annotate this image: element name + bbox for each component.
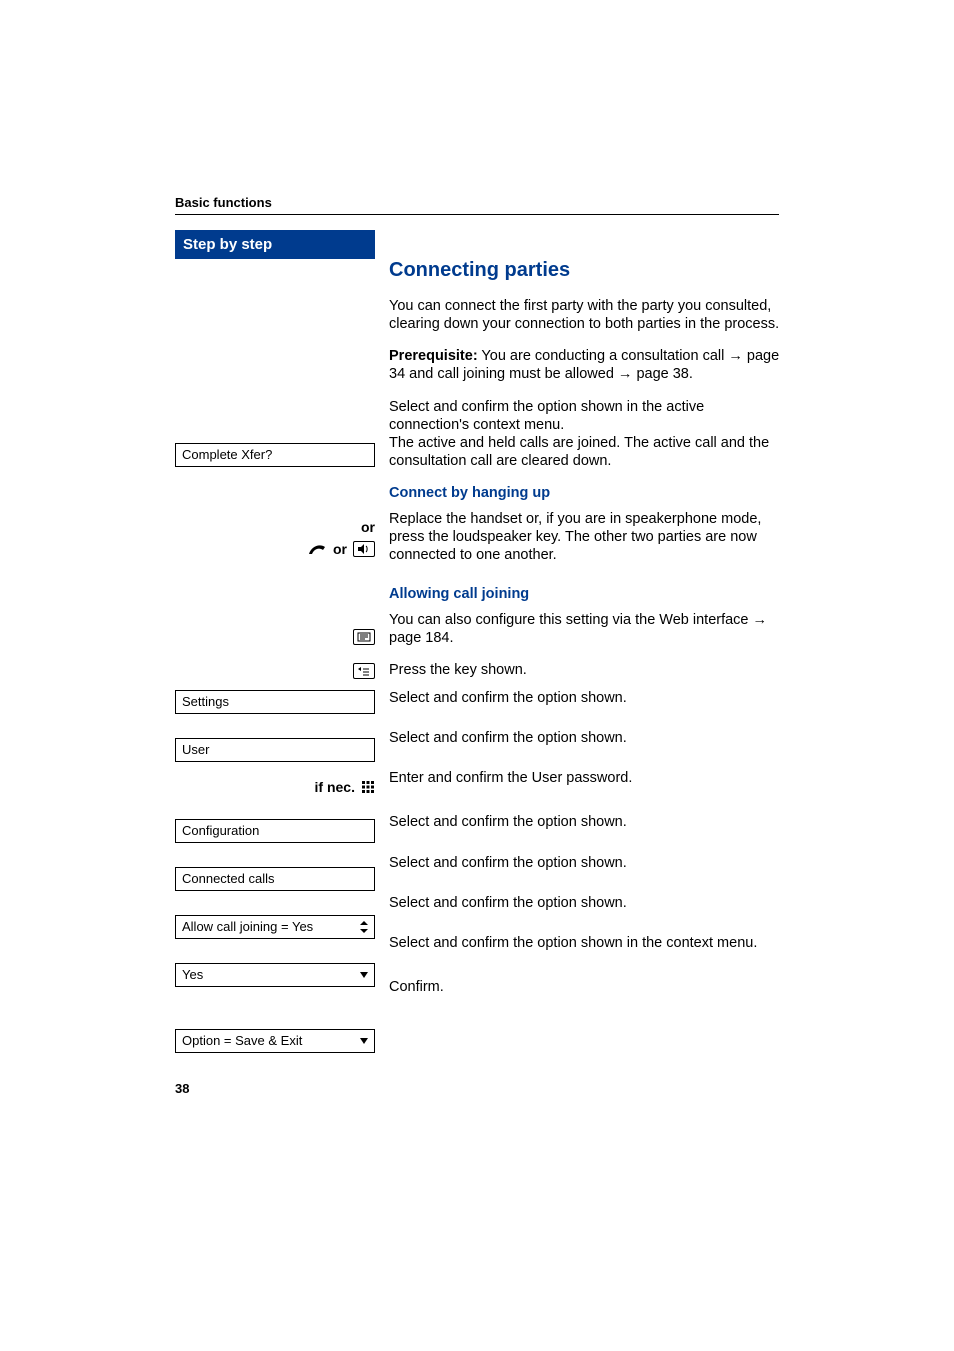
box-complete-xfer-label: Complete Xfer?	[182, 447, 272, 462]
web-interface-paragraph: You can also configure this setting via …	[389, 611, 784, 647]
sidebar-title: Step by step	[175, 230, 375, 259]
allow-paragraph: Select and confirm the option shown.	[389, 894, 784, 912]
box-configuration: Configuration	[175, 819, 375, 843]
hangup-paragraph: Replace the handset or, if you are in sp…	[389, 510, 784, 564]
intro-paragraph: You can connect the first party with the…	[389, 297, 784, 333]
hangup-icons-row: or	[175, 541, 375, 557]
down-icon	[360, 972, 368, 978]
web-a: You can also configure this setting via …	[389, 612, 753, 628]
yes-paragraph: Select and confirm the option shown in t…	[389, 934, 784, 952]
down-icon	[360, 1038, 368, 1044]
ifnec-paragraph: Enter and confirm the User password.	[389, 769, 784, 787]
connected-paragraph: Select and confirm the option shown.	[389, 854, 784, 872]
keypad-icon	[361, 780, 375, 794]
or-label-2: or	[333, 541, 347, 557]
option-paragraph: Confirm.	[389, 978, 784, 996]
updown-icon	[360, 921, 368, 933]
arrow-icon: →	[753, 612, 768, 628]
user-paragraph: Select and confirm the option shown.	[389, 729, 784, 747]
complete-b: The active and held calls are joined. Th…	[389, 435, 769, 469]
press-key-paragraph: Press the key shown.	[389, 661, 784, 679]
box-option-label: Option = Save & Exit	[182, 1033, 302, 1048]
box-user-label: User	[182, 742, 209, 757]
ifnec-label: if nec.	[315, 779, 355, 795]
sidebar: Step by step Complete Xfer? or or	[175, 230, 375, 1053]
box-yes-label: Yes	[182, 967, 203, 982]
box-connected-calls-label: Connected calls	[182, 871, 275, 886]
prerequisite-paragraph: Prerequisite: You are conducting a consu…	[389, 347, 784, 383]
box-complete-xfer: Complete Xfer?	[175, 443, 375, 467]
box-connected-calls: Connected calls	[175, 867, 375, 891]
box-yes: Yes	[175, 963, 375, 987]
prereq-bold: Prerequisite:	[389, 348, 478, 364]
or-label-1: or	[175, 519, 375, 535]
prereq-a: You are conducting a consultation call	[478, 348, 729, 364]
box-allow-call-joining: Allow call joining = Yes	[175, 915, 375, 939]
arrow-icon: →	[728, 348, 743, 364]
heading-allow-call-joining: Allowing call joining	[389, 585, 784, 603]
menu-key-icon	[175, 663, 375, 679]
box-settings: Settings	[175, 690, 375, 714]
speaker-key-icon	[353, 541, 375, 557]
web-interface-icon	[175, 629, 375, 645]
settings-paragraph: Select and confirm the option shown.	[389, 689, 784, 707]
box-allow-label: Allow call joining = Yes	[182, 919, 313, 934]
config-paragraph: Select and confirm the option shown.	[389, 813, 784, 831]
heading-connect-hangup: Connect by hanging up	[389, 484, 784, 502]
arrow-icon: →	[618, 366, 633, 382]
page-header: Basic functions	[175, 195, 779, 215]
heading-connecting-parties: Connecting parties	[389, 258, 784, 283]
box-option-save-exit: Option = Save & Exit	[175, 1029, 375, 1053]
ifnec-row: if nec.	[175, 779, 375, 795]
box-user: User	[175, 738, 375, 762]
prereq-c: page 38.	[632, 366, 692, 382]
body-column: Connecting parties You can connect the f…	[375, 230, 784, 1010]
box-configuration-label: Configuration	[182, 823, 259, 838]
complete-xfer-paragraph: Select and confirm the option shown in t…	[389, 398, 784, 471]
box-settings-label: Settings	[182, 694, 229, 709]
page-number: 38	[175, 1081, 189, 1096]
handset-icon	[307, 541, 327, 557]
complete-a: Select and confirm the option shown in t…	[389, 399, 704, 433]
web-b: page 184.	[389, 630, 454, 646]
